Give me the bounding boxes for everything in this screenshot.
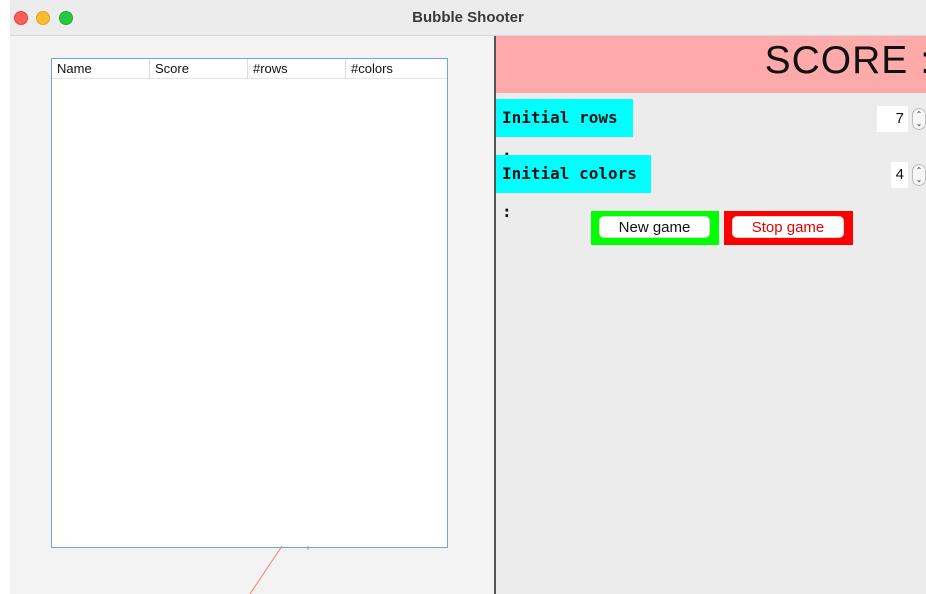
chevron-down-icon[interactable]: ⌄ <box>913 119 925 128</box>
initial-rows-stepper[interactable]: ⌃ ⌄ <box>912 108 926 130</box>
chevron-down-icon[interactable]: ⌄ <box>913 175 925 184</box>
game-controls-pane: SCORE : Initial rows : 7 ⌃ ⌄ Initial col… <box>496 36 926 594</box>
stray-line <box>249 545 309 594</box>
high-scores-pane: Name Score #rows #colors <box>10 36 494 594</box>
new-game-frame: New game <box>591 211 719 245</box>
app-window: Bubble Shooter Name Score #rows #colors … <box>10 0 926 594</box>
initial-rows-label: Initial rows : <box>496 99 633 165</box>
chevron-up-icon[interactable]: ⌃ <box>913 110 925 119</box>
score-label: SCORE : <box>764 39 926 82</box>
window-title: Bubble Shooter <box>412 9 524 26</box>
initial-colors-input[interactable]: 4 <box>891 162 908 188</box>
initial-rows-input[interactable]: 7 <box>877 106 908 132</box>
initial-colors-label: Initial colors : <box>496 155 651 221</box>
new-game-button[interactable]: New game <box>599 216 710 238</box>
stop-game-frame: Stop game <box>724 211 853 245</box>
score-display: SCORE : <box>496 36 926 93</box>
title-bar: Bubble Shooter <box>10 0 926 36</box>
stop-game-button[interactable]: Stop game <box>732 216 844 238</box>
initial-colors-stepper[interactable]: ⌃ ⌄ <box>912 164 926 186</box>
chevron-up-icon[interactable]: ⌃ <box>913 166 925 175</box>
